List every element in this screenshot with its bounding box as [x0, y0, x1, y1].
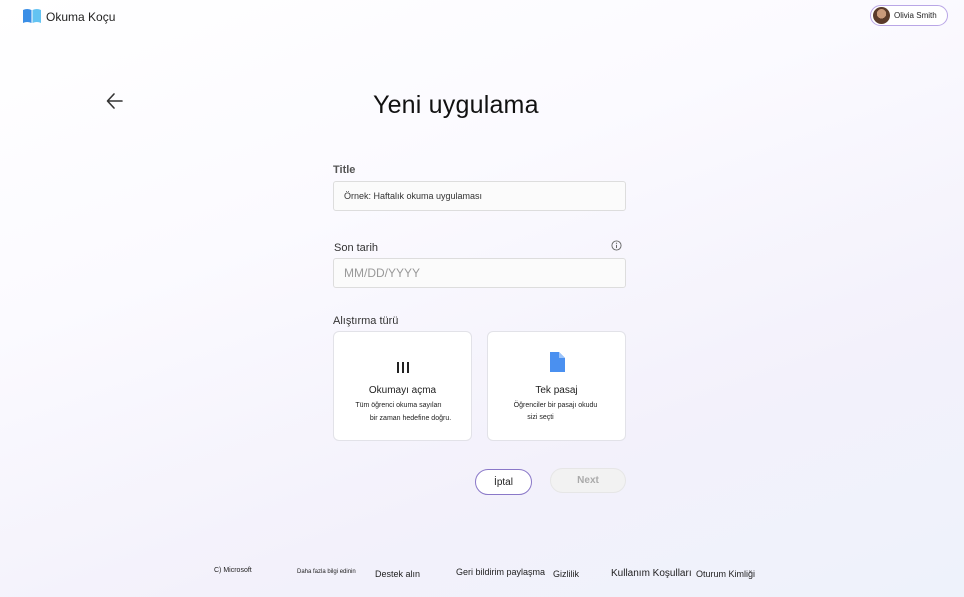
bars-icon: [396, 362, 409, 373]
cancel-button[interactable]: İptal: [475, 469, 532, 495]
card-reading-fluency[interactable]: Okumayı açma Tüm öğrenci okuma sayıları …: [333, 331, 472, 441]
title-input[interactable]: Örnek: Haftalık okuma uygulaması: [333, 181, 626, 211]
card-description: Öğrenciler bir pasajı okudu: [513, 402, 598, 409]
user-profile-button[interactable]: Olivia Smith: [870, 5, 948, 26]
card-description: Tüm öğrenci okuma sayıları: [355, 402, 442, 409]
page-title: Yeni uygulama: [373, 91, 539, 119]
title-label: Title: [333, 164, 356, 176]
due-date-label: Son tarih: [334, 242, 379, 254]
card-title: Okumayı açma: [368, 385, 437, 396]
card-single-passage[interactable]: Tek pasaj Öğrenciler bir pasajı okudu si…: [487, 331, 626, 441]
back-arrow-icon[interactable]: [104, 90, 126, 112]
card-description: bir zaman hedefine doğru.: [369, 415, 452, 422]
footer-session-id: Oturum Kimliği: [696, 569, 756, 579]
footer-support-link[interactable]: Destek alın: [375, 569, 420, 579]
card-description: sizi seçti: [527, 414, 554, 421]
practice-type-label: Alıştırma türü: [333, 315, 399, 327]
document-icon: [549, 352, 565, 372]
due-date-input[interactable]: MM/DD/YYYY: [333, 258, 626, 288]
footer-terms-link[interactable]: Kullanım Koşulları: [611, 568, 692, 579]
info-icon[interactable]: [611, 240, 622, 251]
avatar: [873, 7, 890, 24]
next-button[interactable]: Next: [550, 468, 626, 493]
app-logo-icon: [23, 9, 41, 23]
footer-copyright: C) Microsoft: [214, 567, 252, 574]
user-name: Olivia Smith: [894, 11, 937, 20]
footer-learn-more-link[interactable]: Daha fazla bilgi edinin: [297, 569, 356, 575]
app-title: Okuma Koçu: [46, 10, 116, 24]
footer-privacy-link[interactable]: Gizlilik: [553, 569, 579, 579]
card-title: Tek pasaj: [535, 385, 578, 396]
footer-feedback-link[interactable]: Geri bildirim paylaşma: [456, 567, 545, 577]
